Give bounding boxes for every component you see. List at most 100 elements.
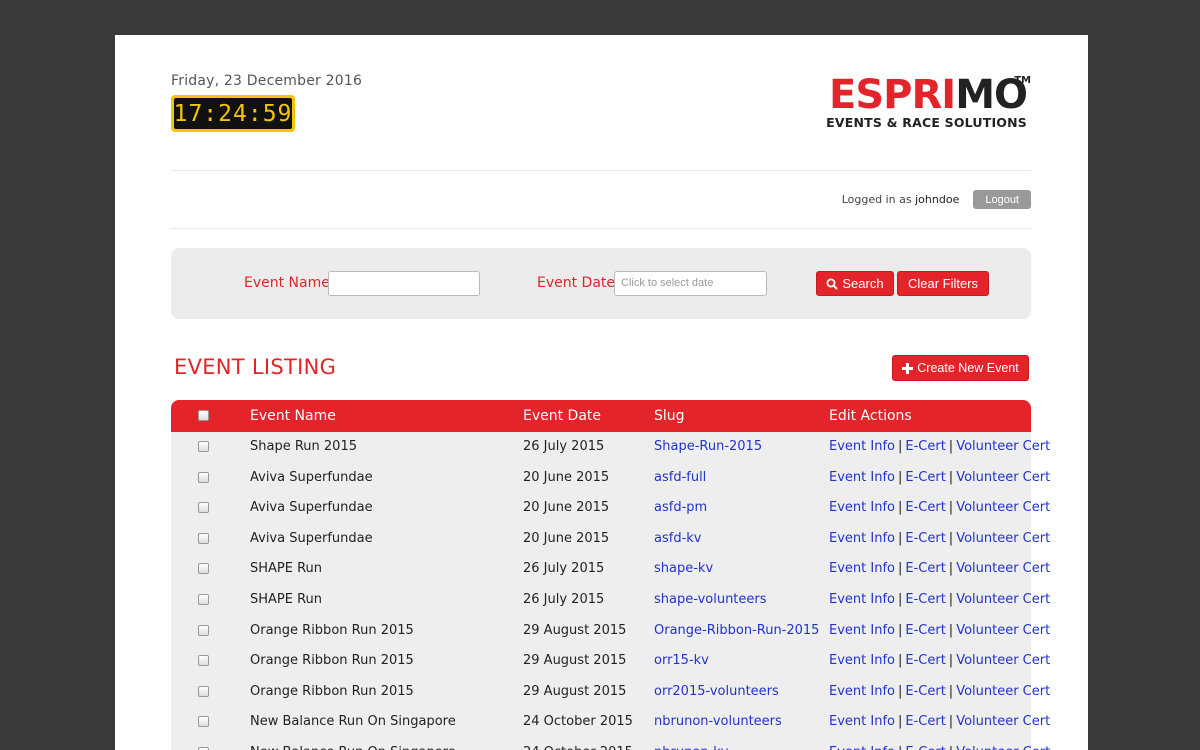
slug-link[interactable]: orr15-kv (654, 653, 709, 668)
volunteer-cert-link[interactable]: Volunteer Cert (956, 439, 1050, 454)
create-new-event-button[interactable]: Create New Event (892, 355, 1029, 381)
logged-in-text: Logged in as johndoe (841, 193, 960, 206)
table-header: Event Name Event Date Slug Edit Actions (171, 400, 1031, 432)
e-cert-link[interactable]: E-Cert (905, 531, 945, 546)
row-checkbox[interactable] (198, 532, 209, 544)
row-checkbox[interactable] (198, 563, 209, 575)
table-row: Aviva Superfundae 20 June 2015 asfd-full… (171, 463, 1050, 494)
event-name-cell: New Balance Run On Singapore (250, 745, 456, 750)
edit-actions-cell: Event Info|E-Cert|Volunteer Cert (829, 683, 1051, 699)
event-info-link[interactable]: Event Info (829, 500, 895, 515)
current-date: Friday, 23 December 2016 (171, 73, 363, 89)
volunteer-cert-link[interactable]: Volunteer Cert (956, 714, 1050, 729)
e-cert-link[interactable]: E-Cert (905, 561, 945, 576)
edit-actions-cell: Event Info|E-Cert|Volunteer Cert (829, 561, 1051, 577)
row-checkbox[interactable] (198, 716, 209, 728)
slug-link[interactable]: asfd-kv (654, 531, 701, 546)
row-checkbox[interactable] (198, 624, 209, 636)
volunteer-cert-link[interactable]: Volunteer Cert (956, 623, 1050, 638)
select-all-checkbox[interactable] (198, 410, 209, 421)
search-button-label: Search (842, 276, 884, 291)
clear-filters-button[interactable]: Clear Filters (897, 271, 989, 296)
volunteer-cert-link[interactable]: Volunteer Cert (956, 561, 1050, 576)
edit-actions-cell: Event Info|E-Cert|Volunteer Cert (829, 591, 1051, 607)
event-date-cell: 26 July 2015 (523, 591, 605, 607)
event-date-cell: 29 August 2015 (523, 683, 627, 699)
slug-link[interactable]: Orange-Ribbon-Run-2015 (654, 623, 819, 638)
create-button-label: Create New Event (917, 361, 1019, 375)
event-info-link[interactable]: Event Info (829, 745, 895, 750)
event-info-link[interactable]: Event Info (829, 531, 895, 546)
table-row: Orange Ribbon Run 2015 29 August 2015 Or… (171, 616, 1050, 647)
column-header-slug[interactable]: Slug (654, 408, 685, 424)
event-info-link[interactable]: Event Info (829, 439, 895, 454)
volunteer-cert-link[interactable]: Volunteer Cert (956, 531, 1050, 546)
table-row: New Balance Run On Singapore 24 October … (171, 738, 1050, 750)
row-checkbox[interactable] (198, 655, 209, 667)
event-name-cell: SHAPE Run (250, 561, 323, 577)
event-info-link[interactable]: Event Info (829, 684, 895, 699)
slug-link[interactable]: asfd-pm (654, 500, 707, 515)
table-row: Shape Run 2015 26 July 2015 Shape-Run-20… (171, 432, 1050, 463)
event-name-cell: Orange Ribbon Run 2015 (250, 622, 414, 638)
username: johndoe (915, 193, 960, 206)
volunteer-cert-link[interactable]: Volunteer Cert (956, 745, 1050, 750)
e-cert-link[interactable]: E-Cert (905, 653, 945, 668)
row-checkbox[interactable] (198, 685, 209, 697)
row-checkbox[interactable] (198, 502, 209, 514)
edit-actions-cell: Event Info|E-Cert|Volunteer Cert (829, 714, 1051, 730)
search-button[interactable]: Search (816, 271, 894, 296)
logout-button[interactable]: Logout (973, 190, 1031, 209)
e-cert-link[interactable]: E-Cert (905, 592, 945, 607)
event-date-cell: 20 June 2015 (523, 530, 610, 546)
event-info-link[interactable]: Event Info (829, 561, 895, 576)
slug-link[interactable]: orr2015-volunteers (654, 684, 779, 699)
event-table: Event Name Event Date Slug Edit Actions … (171, 400, 1050, 750)
edit-actions-cell: Event Info|E-Cert|Volunteer Cert (829, 500, 1051, 516)
volunteer-cert-link[interactable]: Volunteer Cert (956, 653, 1050, 668)
search-icon (826, 278, 839, 290)
e-cert-link[interactable]: E-Cert (905, 439, 945, 454)
e-cert-link[interactable]: E-Cert (905, 623, 945, 638)
page: Friday, 23 December 2016 17:24:59 ESPRIM… (115, 35, 1088, 750)
event-date-input[interactable]: Click to select date (614, 271, 767, 296)
volunteer-cert-link[interactable]: Volunteer Cert (956, 592, 1050, 607)
edit-actions-cell: Event Info|E-Cert|Volunteer Cert (829, 439, 1051, 454)
volunteer-cert-link[interactable]: Volunteer Cert (956, 470, 1050, 485)
event-info-link[interactable]: Event Info (829, 653, 895, 668)
table-row: SHAPE Run 26 July 2015 shape-kv Event In… (171, 554, 1050, 585)
slug-link[interactable]: Shape-Run-2015 (654, 439, 762, 454)
row-checkbox[interactable] (198, 441, 209, 452)
event-info-link[interactable]: Event Info (829, 470, 895, 485)
event-name-input[interactable] (328, 271, 480, 296)
event-info-link[interactable]: Event Info (829, 714, 895, 729)
digital-clock: 17:24:59 (171, 95, 295, 132)
slug-link[interactable]: nbrunon-volunteers (654, 714, 782, 729)
volunteer-cert-link[interactable]: Volunteer Cert (956, 684, 1050, 699)
event-name-cell: SHAPE Run (250, 591, 323, 607)
column-header-event-date[interactable]: Event Date (523, 408, 601, 424)
edit-actions-cell: Event Info|E-Cert|Volunteer Cert (829, 469, 1051, 485)
slug-link[interactable]: shape-kv (654, 561, 713, 576)
slug-link[interactable]: shape-volunteers (654, 592, 767, 607)
edit-actions-cell: Event Info|E-Cert|Volunteer Cert (829, 530, 1051, 546)
e-cert-link[interactable]: E-Cert (905, 745, 945, 750)
e-cert-link[interactable]: E-Cert (905, 500, 945, 515)
slug-link[interactable]: nbrunon-kv (654, 745, 728, 750)
e-cert-link[interactable]: E-Cert (905, 684, 945, 699)
e-cert-link[interactable]: E-Cert (905, 470, 945, 485)
column-header-event-name[interactable]: Event Name (250, 408, 336, 424)
clock-display: 17:24:59 (174, 98, 292, 129)
event-date-cell: 20 June 2015 (523, 500, 610, 516)
event-date-cell: 29 August 2015 (523, 622, 627, 638)
event-info-link[interactable]: Event Info (829, 623, 895, 638)
row-checkbox[interactable] (198, 471, 209, 483)
column-header-edit-actions: Edit Actions (829, 408, 912, 424)
slug-link[interactable]: asfd-full (654, 470, 706, 485)
logo-wordmark: ESPRIMO (829, 72, 1028, 118)
row-checkbox[interactable] (198, 593, 209, 605)
edit-actions-cell: Event Info|E-Cert|Volunteer Cert (829, 653, 1051, 669)
e-cert-link[interactable]: E-Cert (905, 714, 945, 729)
event-info-link[interactable]: Event Info (829, 592, 895, 607)
volunteer-cert-link[interactable]: Volunteer Cert (956, 500, 1050, 515)
